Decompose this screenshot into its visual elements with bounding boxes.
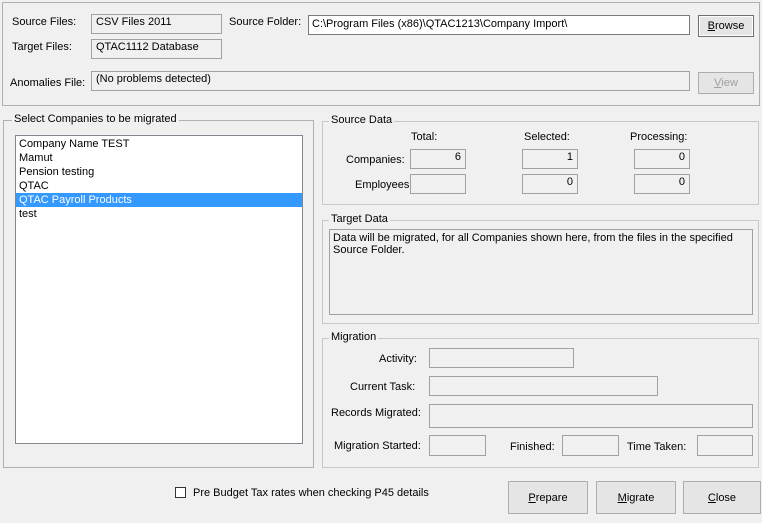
company-list-item[interactable]: test <box>16 207 302 221</box>
view-mnemonic: V <box>714 77 722 89</box>
migration-started-field <box>429 435 486 456</box>
finished-label: Finished: <box>510 441 555 453</box>
finished-field <box>562 435 619 456</box>
activity-field <box>429 348 574 368</box>
time-taken-field <box>697 435 753 456</box>
source-files-field: CSV Files 2011 <box>91 14 222 34</box>
close-label: lose <box>715 491 737 504</box>
migration-legend: Migration <box>329 331 379 343</box>
browse-mnemonic: B <box>707 20 715 32</box>
company-list-item[interactable]: Mamut <box>16 151 302 165</box>
activity-label: Activity: <box>379 353 417 365</box>
target-files-field: QTAC1112 Database <box>91 39 222 59</box>
browse-label: rowse <box>715 20 745 32</box>
processing-column-header: Processing: <box>630 131 688 143</box>
migrate-button[interactable]: Migrate <box>596 481 676 514</box>
migrate-mnemonic: M <box>617 491 627 504</box>
prepare-mnemonic: P <box>528 491 536 504</box>
selected-column-header: Selected: <box>524 131 570 143</box>
current-task-label: Current Task: <box>350 381 416 393</box>
target-data-legend: Target Data <box>329 213 390 225</box>
close-mnemonic: C <box>707 491 716 504</box>
company-list-item[interactable]: QTAC <box>16 179 302 193</box>
employees-selected-field: 0 <box>522 174 578 194</box>
source-folder-label: Source Folder: <box>229 16 302 28</box>
migrate-label: igrate <box>626 491 655 504</box>
records-migrated-field <box>429 404 753 428</box>
source-data-legend: Source Data <box>329 114 395 126</box>
company-list-item[interactable]: QTAC Payroll Products <box>16 193 302 207</box>
source-files-label: Source Files: <box>12 16 77 28</box>
records-migrated-label: Records Migrated: <box>331 407 421 419</box>
pre-budget-tax-checkbox[interactable] <box>175 487 186 498</box>
total-column-header: Total: <box>411 131 438 143</box>
companies-row-label: Companies: <box>346 154 405 166</box>
companies-processing-field: 0 <box>634 149 690 169</box>
view-button[interactable]: View <box>698 72 754 94</box>
view-label: iew <box>721 77 738 89</box>
browse-button[interactable]: Browse <box>698 15 754 37</box>
company-list-item[interactable]: Pension testing <box>16 165 302 179</box>
companies-selected-field: 1 <box>522 149 578 169</box>
companies-listbox[interactable]: Company Name TEST Mamut Pension testing QTA… <box>15 135 303 444</box>
migration-started-label: Migration Started: <box>334 440 421 452</box>
close-button[interactable]: Close <box>683 481 761 514</box>
target-data-memo: Data will be migrated, for all Companies… <box>329 229 753 315</box>
prepare-button[interactable]: Prepare <box>508 481 588 514</box>
companies-legend: Select Companies to be migrated <box>12 113 179 125</box>
employees-total-field <box>410 174 466 194</box>
companies-list-items: Company Name TEST Mamut Pension testing QTA… <box>16 136 302 221</box>
prepare-label: repare <box>535 491 568 504</box>
anomalies-file-field: (No problems detected) <box>91 71 690 91</box>
company-list-item[interactable]: Company Name TEST <box>16 137 302 151</box>
anomalies-file-label: Anomalies File: <box>10 77 86 89</box>
employees-processing-field: 0 <box>634 174 690 194</box>
pre-budget-tax-label: Pre Budget Tax rates when checking P45 d… <box>193 487 429 499</box>
companies-total-field: 6 <box>410 149 466 169</box>
current-task-field <box>429 376 658 396</box>
target-files-label: Target Files: <box>12 41 72 53</box>
employees-row-label: Employees: <box>355 179 413 191</box>
source-folder-input[interactable]: C:\Program Files (x86)\QTAC1213\Company … <box>308 15 690 35</box>
time-taken-label: Time Taken: <box>627 441 687 453</box>
